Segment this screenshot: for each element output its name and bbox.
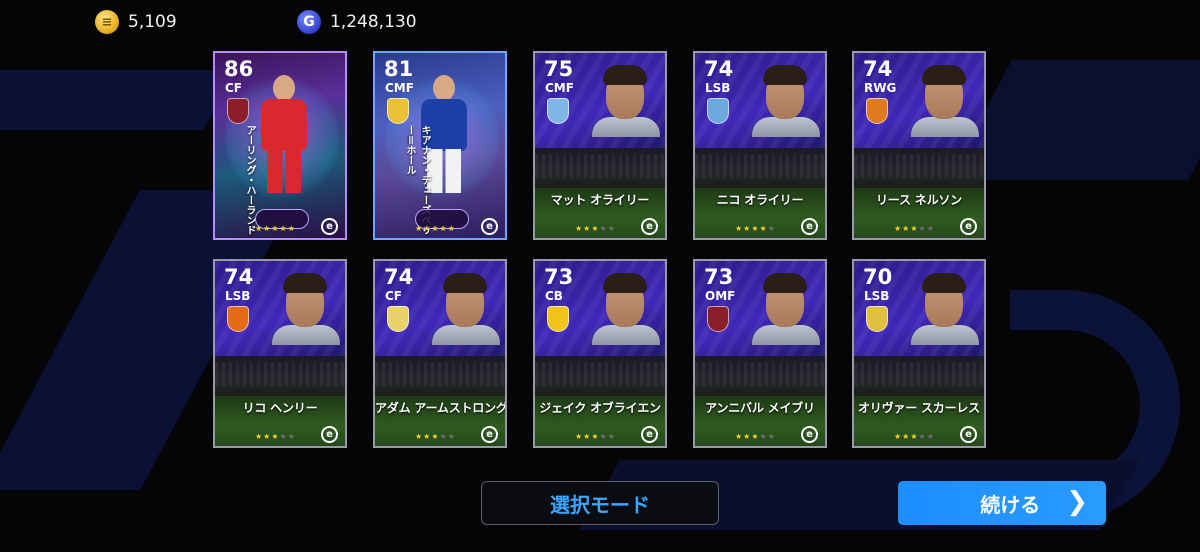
player-rating: 74 <box>863 57 893 81</box>
rarity-stars: ★★★★★ <box>735 224 776 233</box>
coins-amount: 5,109 <box>128 12 177 32</box>
player-position: CB <box>545 289 563 303</box>
player-name: リコ ヘンリー <box>242 401 318 415</box>
club-crest-icon <box>387 98 409 124</box>
efootball-logo-icon: e <box>481 218 498 235</box>
player-name: オリヴァー スカーレス <box>858 401 980 415</box>
player-portrait <box>911 65 979 137</box>
efootball-logo-icon: e <box>960 218 977 235</box>
rarity-stars: ★★★★★ <box>575 432 616 441</box>
player-position: CF <box>385 289 403 303</box>
player-portrait <box>592 65 660 137</box>
player-rating: 74 <box>224 265 254 289</box>
efootball-logo-icon: e <box>641 218 658 235</box>
background-shape <box>0 70 238 130</box>
player-card[interactable]: アーリング・ハーランド 86 CF ★★★★★ e <box>213 51 347 240</box>
player-card[interactable]: アンニバル メイブリ 73 OMF ★★★★★ e <box>693 259 827 448</box>
player-portrait <box>272 273 340 345</box>
rarity-stars: ★★★★★ <box>894 224 935 233</box>
player-name: アダム アームストロング <box>375 401 507 415</box>
rarity-stars: ★★★★★ <box>894 432 935 441</box>
rarity-stars: ★★★★★ <box>735 432 776 441</box>
player-name: ジェイク オブライエン <box>539 401 661 415</box>
player-position: LSB <box>225 289 251 303</box>
rarity-stars: ★★★★★ <box>415 224 456 233</box>
player-position: RWG <box>864 81 897 95</box>
club-crest-icon <box>707 98 729 124</box>
player-rating: 74 <box>384 265 414 289</box>
player-position: OMF <box>705 289 736 303</box>
player-position: CMF <box>545 81 574 95</box>
player-name: アンニバル メイブリ <box>705 401 815 415</box>
efootball-logo-icon: e <box>321 218 338 235</box>
efootball-logo-icon: e <box>960 426 977 443</box>
player-portrait <box>911 273 979 345</box>
gp-icon: G <box>297 10 321 34</box>
rarity-stars: ★★★★★ <box>415 432 456 441</box>
player-portrait <box>432 273 500 345</box>
player-position: LSB <box>864 289 890 303</box>
rarity-stars: ★★★★★ <box>255 432 296 441</box>
chevron-right-icon: ❯ <box>1066 486 1088 517</box>
gp-display: G 1,248,130 <box>297 10 417 34</box>
player-image <box>253 75 315 195</box>
player-rating: 73 <box>704 265 734 289</box>
player-card[interactable]: キアナン・デューズベリー＝ホール 81 CMF ★★★★★ e <box>373 51 507 240</box>
player-card[interactable]: マット オライリー 75 CMF ★★★★★ e <box>533 51 667 240</box>
coin-icon: ≡ <box>95 10 119 34</box>
player-card[interactable]: ニコ オライリー 74 LSB ★★★★★ e <box>693 51 827 240</box>
club-crest-icon <box>387 306 409 332</box>
club-crest-icon <box>227 306 249 332</box>
rarity-stars: ★★★★★ <box>255 224 296 233</box>
club-crest-icon <box>547 98 569 124</box>
player-card[interactable]: ジェイク オブライエン 73 CB ★★★★★ e <box>533 259 667 448</box>
continue-label: 続ける <box>980 492 1041 517</box>
efootball-logo-icon: e <box>481 426 498 443</box>
player-portrait <box>752 273 820 345</box>
player-position: CMF <box>385 81 414 95</box>
player-portrait <box>752 65 820 137</box>
player-card[interactable]: オリヴァー スカーレス 70 LSB ★★★★★ e <box>852 259 986 448</box>
selection-mode-label: 選択モード <box>550 492 650 517</box>
player-position: CF <box>225 81 243 95</box>
club-crest-icon <box>866 98 888 124</box>
club-crest-icon <box>547 306 569 332</box>
player-rating: 81 <box>384 57 414 81</box>
player-rating: 70 <box>863 265 893 289</box>
player-card[interactable]: リコ ヘンリー 74 LSB ★★★★★ e <box>213 259 347 448</box>
player-portrait <box>592 273 660 345</box>
efootball-logo-icon: e <box>801 426 818 443</box>
coins-display: ≡ 5,109 <box>95 10 177 34</box>
player-name: マット オライリー <box>550 193 650 207</box>
efootball-logo-icon: e <box>801 218 818 235</box>
efootball-logo-icon: e <box>641 426 658 443</box>
player-rating: 86 <box>224 57 254 81</box>
player-rating: 73 <box>544 265 574 289</box>
player-rating: 75 <box>544 57 574 81</box>
rarity-stars: ★★★★★ <box>575 224 616 233</box>
player-rating: 74 <box>704 57 734 81</box>
continue-button[interactable]: 続ける ❯ <box>898 481 1106 525</box>
efootball-logo-icon: e <box>321 426 338 443</box>
player-name: ニコ オライリー <box>716 193 804 207</box>
player-position: LSB <box>705 81 731 95</box>
club-crest-icon <box>866 306 888 332</box>
club-crest-icon <box>227 98 249 124</box>
player-card[interactable]: リース ネルソン 74 RWG ★★★★★ e <box>852 51 986 240</box>
club-crest-icon <box>707 306 729 332</box>
player-name: リース ネルソン <box>876 193 962 207</box>
player-card[interactable]: アダム アームストロング 74 CF ★★★★★ e <box>373 259 507 448</box>
gp-amount: 1,248,130 <box>330 12 417 32</box>
selection-mode-button[interactable]: 選択モード <box>481 481 719 525</box>
